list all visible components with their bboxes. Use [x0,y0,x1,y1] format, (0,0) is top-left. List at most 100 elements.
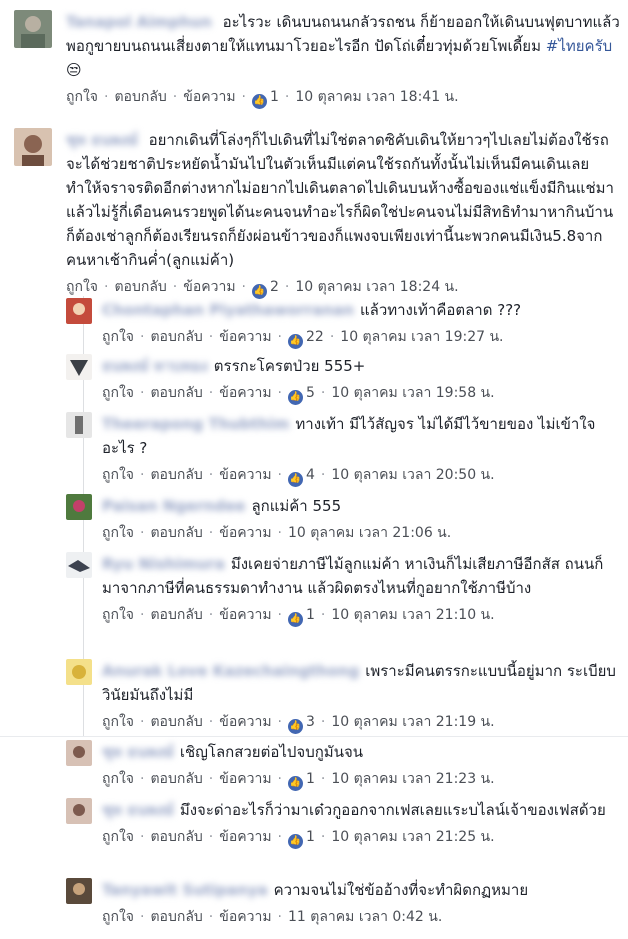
reply-meta: ถูกใจ · ตอบกลับ · ข้อความ · 👍 1 · 10 ตุลาคม เวลา … [102,826,620,849]
like-count[interactable]: 4 [306,467,315,483]
commenter-name[interactable]: Tanapol Aimphun [66,13,212,31]
reply-link[interactable]: ตอบกลับ [150,467,202,483]
like-link[interactable]: ถูกใจ [102,829,134,845]
message-link[interactable]: ข้อความ [219,525,271,541]
like-link[interactable]: ถูกใจ [102,385,134,401]
message-link[interactable]: ข้อความ [219,771,271,787]
avatar[interactable] [66,494,92,520]
reply-link[interactable]: ตอบกลับ [114,89,166,105]
timestamp[interactable]: 10 ตุลาคม เวลา 21:23 น. [331,771,494,787]
commenter-name[interactable]: Ryu Nishimura [102,555,225,573]
comment-thread: Tanapol Aimphun อะไรวะ เดินบนถนนกลัวรถชน… [0,0,628,939]
avatar[interactable] [14,128,52,166]
commenter-name[interactable]: Theerapong Thubthim [102,415,289,433]
reply-link[interactable]: ตอบกลับ [150,829,202,845]
timestamp[interactable]: 11 ตุลาคม เวลา 0:42 น. [288,909,442,925]
avatar-photo-icon [66,552,92,578]
avatar[interactable] [66,552,92,578]
commenter-name[interactable]: ชุท ธนพงษ์ [102,801,174,819]
like-link[interactable]: ถูกใจ [102,771,134,787]
reply-body: Ryu Nishimura มึงเคยจ่ายภาษีไม้ลูกแม่ค้า … [102,552,620,627]
like-link[interactable]: ถูกใจ [102,909,134,925]
like-link[interactable]: ถูกใจ [66,279,98,295]
timestamp[interactable]: 10 ตุลาคม เวลา 18:41 น. [295,89,458,105]
reply-link[interactable]: ตอบกลับ [150,607,202,623]
avatar[interactable] [66,354,92,380]
message-link[interactable]: ข้อความ [219,329,271,345]
message-link[interactable]: ข้อความ [219,607,271,623]
avatar[interactable] [66,412,92,438]
thumbs-up-icon: 👍 [288,834,303,849]
thumbs-up-icon: 👍 [288,719,303,734]
timestamp[interactable]: 10 ตุลาคม เวลา 21:10 น. [331,607,494,623]
avatar-photo-icon [66,659,92,685]
message-link[interactable]: ข้อความ [219,829,271,845]
like-count[interactable]: 1 [306,607,315,623]
reply-meta: ถูกใจ · ตอบกลับ · ข้อความ · 10 ตุลาคม เวลา 21:… [102,525,452,541]
reply-meta: ถูกใจ · ตอบกลับ · ข้อความ · 👍 5 · 10 ตุลาคม เวลา … [102,382,620,405]
message-link[interactable]: ข้อความ [219,714,271,730]
reply-link[interactable]: ตอบกลับ [150,771,202,787]
like-link[interactable]: ถูกใจ [102,467,134,483]
reply-link[interactable]: ตอบกลับ [150,909,202,925]
like-count[interactable]: 1 [306,829,315,845]
message-link[interactable]: ข้อความ [219,909,271,925]
avatar-photo-icon [66,798,92,824]
avatar[interactable] [66,659,92,685]
avatar[interactable] [66,798,92,824]
commenter-name[interactable]: Anurak Love Kazechaingthong [102,662,359,680]
avatar-photo-icon [14,128,52,166]
like-count[interactable]: 22 [306,329,324,345]
comment-body: ชุท ธนพงษ์ อยากเดินที่โล่งๆก็ไปเดินที่ไม… [66,128,620,299]
timestamp[interactable]: 10 ตุลาคม เวลา 19:58 น. [331,385,494,401]
avatar-photo-icon [14,10,52,48]
reply-message: ลูกแม่ค้า 555 [251,497,342,515]
reply-link[interactable]: ตอบกลับ [150,714,202,730]
like-count[interactable]: 1 [270,89,279,105]
commenter-name[interactable]: ชุท ธนพงษ์ [66,131,138,149]
timestamp[interactable]: 10 ตุลาคม เวลา 21:06 น. [288,525,451,541]
hashtag-link[interactable]: #ไทยครับ [546,37,612,55]
like-count[interactable]: 2 [270,279,279,295]
reply-link[interactable]: ตอบกลับ [150,525,202,541]
message-link[interactable]: ข้อความ [183,279,235,295]
reply-message: เชิญโลกสวยต่อไปจบกูมันจน [179,743,363,761]
emoji-icon: 😒 [66,61,82,79]
reply-body: Chontaphan Piyathaworranan แล้วทางเท้าคือ… [102,298,620,349]
like-link[interactable]: ถูกใจ [102,714,134,730]
avatar-photo-icon [66,494,92,520]
like-link[interactable]: ถูกใจ [102,525,134,541]
timestamp[interactable]: 10 ตุลาคม เวลา 18:24 น. [295,279,458,295]
avatar-photo-icon [66,412,92,438]
avatar[interactable] [14,10,52,48]
reply-link[interactable]: ตอบกลับ [150,329,202,345]
reply-message: ตรรกะโครตป่วย 555+ [213,357,366,375]
like-count[interactable]: 1 [306,771,315,787]
reply-body: Tanyawit Sutipanya ความจนไม่ใช่ข้ออ้างที่… [102,878,620,928]
commenter-name[interactable]: Chontaphan Piyathaworranan [102,301,354,319]
like-count[interactable]: 3 [306,714,315,730]
commenter-name[interactable]: Tanyawit Sutipanya [102,881,268,899]
commenter-name[interactable]: ชุท ธนพงษ์ [102,743,174,761]
reply-link[interactable]: ตอบกลับ [150,385,202,401]
message-link[interactable]: ข้อความ [219,467,271,483]
commenter-name[interactable]: Paisan Ngerndee [102,497,245,515]
commenter-name[interactable]: ธนพงษ์ ทาบทอง [102,357,208,375]
timestamp[interactable]: 10 ตุลาคม เวลา 21:19 น. [331,714,494,730]
like-link[interactable]: ถูกใจ [66,89,98,105]
like-link[interactable]: ถูกใจ [102,607,134,623]
like-link[interactable]: ถูกใจ [102,329,134,345]
thumbs-up-icon: 👍 [288,334,303,349]
like-count[interactable]: 5 [306,385,315,401]
message-link[interactable]: ข้อความ [219,385,271,401]
comment-body: Tanapol Aimphun อะไรวะ เดินบนถนนกลัวรถชน… [66,10,620,109]
avatar[interactable] [66,298,92,324]
timestamp[interactable]: 10 ตุลาคม เวลา 19:27 น. [340,329,503,345]
reply-link[interactable]: ตอบกลับ [114,279,166,295]
avatar[interactable] [66,740,92,766]
timestamp[interactable]: 10 ตุลาคม เวลา 20:50 น. [331,467,494,483]
avatar[interactable] [66,878,92,904]
message-link[interactable]: ข้อความ [183,89,235,105]
reply-message: มึงจะด่าอะไรก็ว่ามาเด๋วกูออกจากเฟสเลยแระ… [179,801,606,819]
timestamp[interactable]: 10 ตุลาคม เวลา 21:25 น. [331,829,494,845]
